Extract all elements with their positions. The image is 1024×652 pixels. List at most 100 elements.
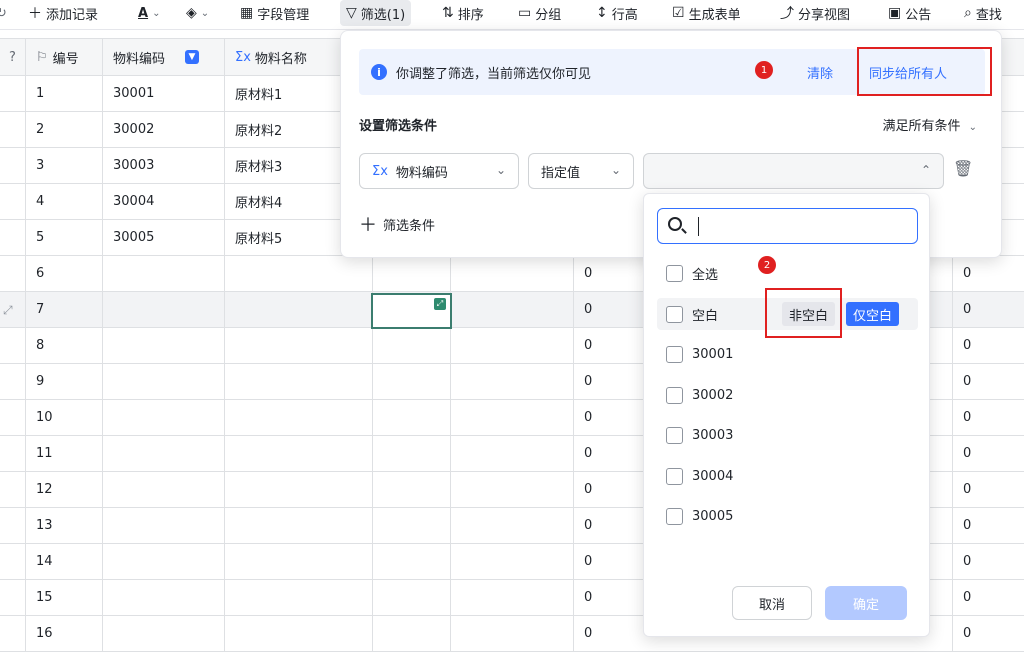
row-height-button[interactable]: ↕ 行高 xyxy=(596,0,638,26)
value-option[interactable]: 全选 xyxy=(657,257,918,289)
table-cell[interactable]: 12 xyxy=(26,472,103,507)
option-checkbox[interactable] xyxy=(666,345,683,363)
table-cell[interactable]: 0 xyxy=(953,436,1024,471)
table-cell[interactable] xyxy=(103,292,225,327)
table-cell[interactable] xyxy=(373,364,451,399)
table-cell[interactable] xyxy=(225,508,373,543)
table-cell[interactable] xyxy=(0,436,26,471)
only-blank-tag[interactable]: 仅空白 xyxy=(846,302,900,326)
table-cell[interactable] xyxy=(373,400,451,435)
table-cell[interactable] xyxy=(0,112,26,147)
table-cell[interactable]: 1 xyxy=(26,76,103,111)
table-cell[interactable]: 13 xyxy=(26,508,103,543)
table-cell[interactable]: 30002 xyxy=(103,112,225,147)
option-checkbox[interactable] xyxy=(666,264,683,282)
table-cell[interactable]: 16 xyxy=(26,616,103,651)
table-cell[interactable] xyxy=(103,472,225,507)
table-cell[interactable]: 30001 xyxy=(103,76,225,111)
fill-color-button[interactable]: ◈ ⌄ xyxy=(186,0,209,26)
table-cell[interactable] xyxy=(373,508,451,543)
table-cell[interactable] xyxy=(225,436,373,471)
table-cell[interactable]: 10 xyxy=(26,400,103,435)
table-cell[interactable] xyxy=(225,544,373,579)
value-search-input[interactable] xyxy=(657,208,918,244)
table-cell[interactable]: 9 xyxy=(26,364,103,399)
table-cell[interactable]: 0 xyxy=(953,580,1024,615)
table-cell[interactable]: 7 xyxy=(26,292,103,327)
table-cell[interactable]: 0 xyxy=(953,292,1024,327)
table-cell[interactable] xyxy=(451,580,574,615)
table-cell[interactable] xyxy=(451,616,574,651)
table-cell[interactable]: 30003 xyxy=(103,148,225,183)
table-cell[interactable] xyxy=(103,400,225,435)
table-cell[interactable] xyxy=(451,328,574,363)
table-cell[interactable] xyxy=(451,364,574,399)
confirm-button[interactable]: 确定 xyxy=(825,586,907,620)
option-checkbox[interactable] xyxy=(666,386,683,404)
table-cell[interactable] xyxy=(0,148,26,183)
clear-filter-button[interactable]: 清除 xyxy=(807,63,833,82)
table-cell[interactable]: 0 xyxy=(953,328,1024,363)
table-cell[interactable]: 8 xyxy=(26,328,103,363)
table-cell[interactable] xyxy=(103,580,225,615)
table-cell[interactable] xyxy=(103,544,225,579)
share-view-button[interactable]: ⤴ 分享视图 xyxy=(780,0,850,26)
table-cell[interactable]: 6 xyxy=(26,256,103,291)
table-cell[interactable] xyxy=(0,472,26,507)
table-cell[interactable]: 0 xyxy=(953,472,1024,507)
table-cell[interactable]: 3 xyxy=(26,148,103,183)
cancel-button[interactable]: 取消 xyxy=(732,586,812,620)
table-cell[interactable] xyxy=(225,616,373,651)
table-cell[interactable] xyxy=(0,220,26,255)
text-color-button[interactable]: A ⌄ xyxy=(138,0,160,26)
table-cell[interactable] xyxy=(0,328,26,363)
table-cell[interactable] xyxy=(103,364,225,399)
table-cell[interactable]: 0 xyxy=(953,364,1024,399)
field-manage-button[interactable]: ▦ 字段管理 xyxy=(240,0,309,26)
table-cell[interactable]: 0 xyxy=(953,256,1024,291)
option-checkbox[interactable] xyxy=(666,426,683,444)
refresh-icon[interactable]: ↻ xyxy=(0,0,7,26)
table-cell[interactable] xyxy=(373,616,451,651)
group-button[interactable]: ▭ 分组 xyxy=(518,0,561,26)
table-cell[interactable] xyxy=(0,400,26,435)
table-cell[interactable] xyxy=(373,580,451,615)
table-cell[interactable] xyxy=(373,472,451,507)
table-cell[interactable] xyxy=(373,256,451,291)
notice-button[interactable]: ▣ 公告 xyxy=(888,0,931,26)
table-cell[interactable]: 4 xyxy=(26,184,103,219)
table-cell[interactable] xyxy=(0,76,26,111)
add-condition-button[interactable]: ＋ 筛选条件 xyxy=(359,211,435,237)
table-cell[interactable] xyxy=(225,580,373,615)
table-cell[interactable] xyxy=(451,436,574,471)
value-option[interactable]: 30003 xyxy=(657,419,918,451)
row-select-header[interactable]: ? xyxy=(0,39,26,75)
table-cell[interactable] xyxy=(0,256,26,291)
table-cell[interactable] xyxy=(451,472,574,507)
table-cell[interactable]: 0 xyxy=(953,508,1024,543)
delete-condition-icon[interactable]: 🗑 xyxy=(953,159,973,178)
table-cell[interactable] xyxy=(225,364,373,399)
value-option[interactable]: 30005 xyxy=(657,500,918,532)
table-cell[interactable] xyxy=(225,292,373,327)
table-cell[interactable]: 15 xyxy=(26,580,103,615)
table-cell[interactable] xyxy=(0,580,26,615)
operator-select[interactable]: 指定值 ⌄ xyxy=(528,153,634,189)
table-cell[interactable] xyxy=(0,616,26,651)
expand-cell-icon[interactable]: ⤢ xyxy=(434,298,446,310)
option-checkbox[interactable] xyxy=(666,507,683,525)
value-option[interactable]: 30002 xyxy=(657,379,918,411)
table-cell[interactable] xyxy=(103,256,225,291)
table-cell[interactable] xyxy=(225,472,373,507)
table-cell[interactable] xyxy=(451,508,574,543)
table-cell[interactable] xyxy=(451,400,574,435)
add-record-button[interactable]: ＋ 添加记录 xyxy=(28,0,98,26)
table-cell[interactable] xyxy=(103,616,225,651)
value-select[interactable]: ⌃ xyxy=(643,153,944,189)
table-cell[interactable] xyxy=(373,328,451,363)
table-cell[interactable]: 0 xyxy=(953,544,1024,579)
table-cell[interactable]: 5 xyxy=(26,220,103,255)
sort-button[interactable]: ⇅ 排序 xyxy=(442,0,484,26)
value-option[interactable]: 30004 xyxy=(657,460,918,492)
table-cell[interactable]: 30004 xyxy=(103,184,225,219)
